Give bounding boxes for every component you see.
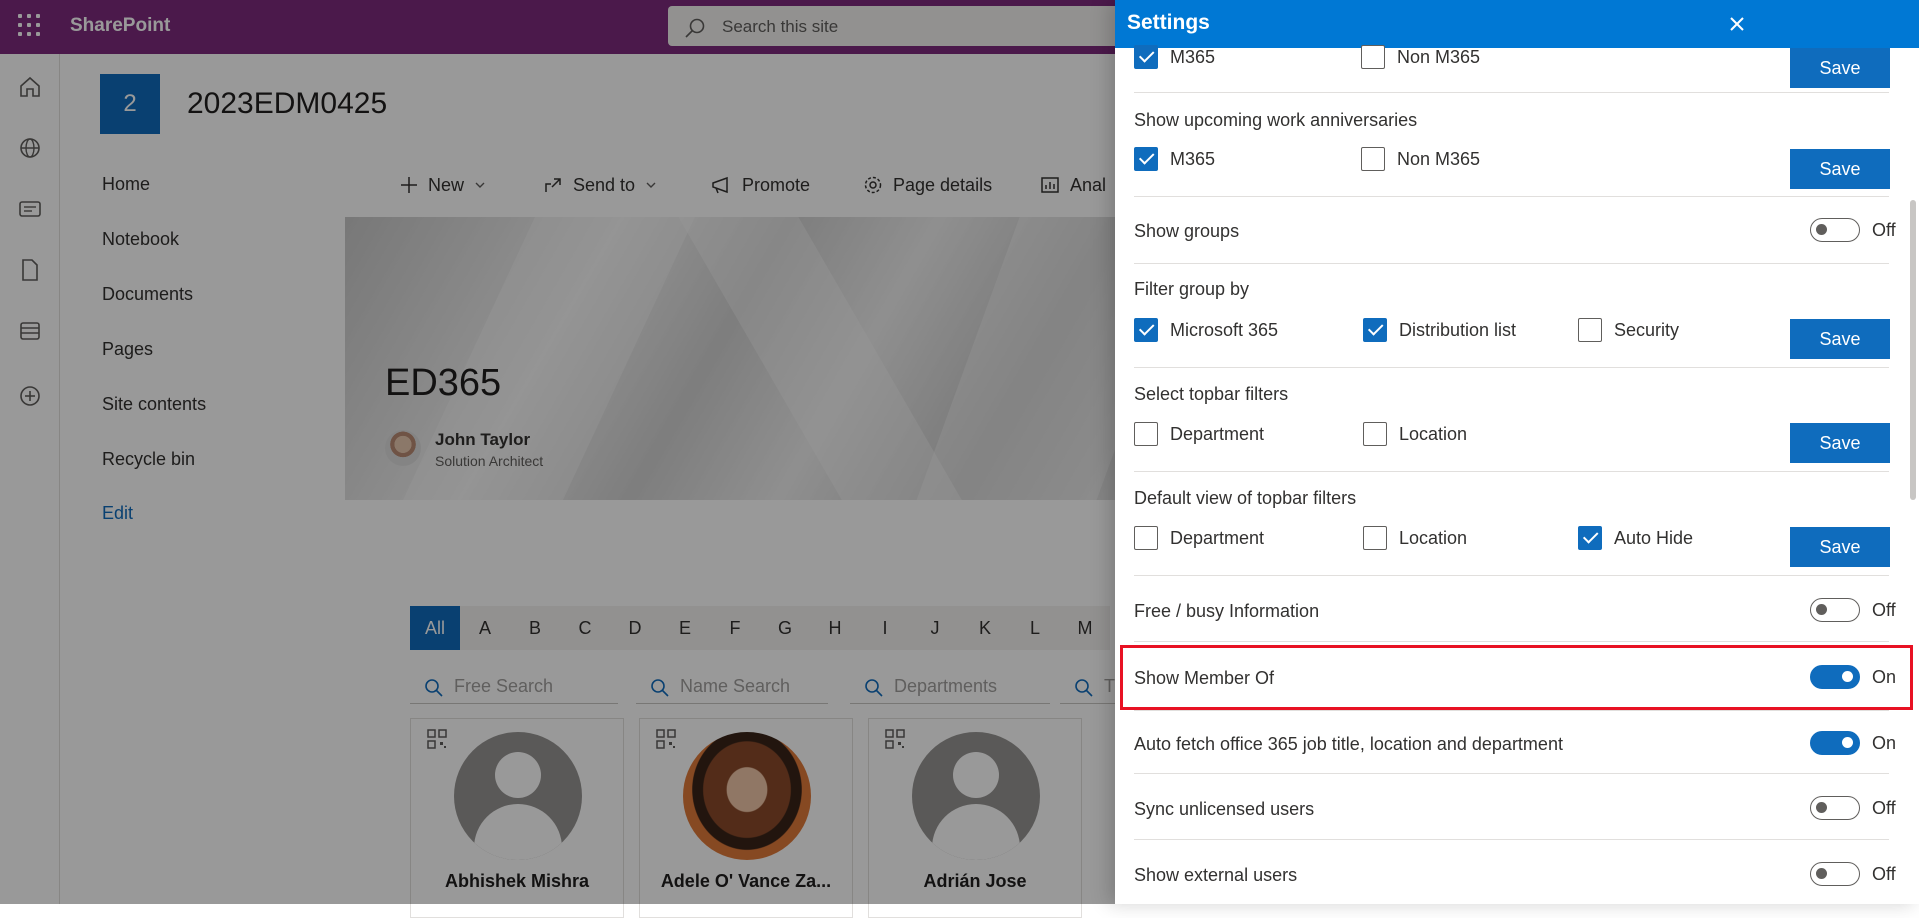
checkbox-unchecked	[1361, 45, 1385, 69]
default-location-checkbox[interactable]: Location	[1363, 526, 1467, 550]
auto-fetch-section: Auto fetch office 365 job title, locatio…	[1134, 711, 1896, 774]
checkbox-unchecked	[1134, 422, 1158, 446]
sync-unlicensed-section: Sync unlicensed users Off	[1134, 774, 1896, 840]
topbar-location-checkbox[interactable]: Location	[1363, 422, 1467, 446]
checkbox-label: Department	[1170, 423, 1265, 444]
checkbox-checked	[1134, 147, 1158, 171]
topbar-department-checkbox[interactable]: Department	[1134, 422, 1264, 446]
checkbox-checked	[1578, 526, 1602, 550]
toggle-state: Off	[1872, 863, 1896, 884]
filter-group-save-button[interactable]: Save	[1790, 319, 1890, 359]
toggle-state: On	[1872, 732, 1897, 753]
free-busy-section: Free / busy Information Off	[1134, 576, 1896, 642]
anniversaries-save-button[interactable]: Save	[1790, 149, 1890, 189]
toggle-switch	[1810, 598, 1860, 622]
settings-title: Settings	[1127, 11, 1210, 34]
toggle-state: Off	[1872, 599, 1896, 620]
filter-security-checkbox[interactable]: Security	[1578, 318, 1679, 342]
checkbox-label: Microsoft 365	[1170, 319, 1279, 340]
toggle-state: Off	[1872, 797, 1896, 818]
birthdays-non-m365-checkbox[interactable]: Non M365	[1361, 45, 1480, 69]
checkbox-label: Location	[1399, 423, 1468, 444]
checkbox-label: Location	[1399, 527, 1468, 548]
show-groups-section: Show groups Off	[1134, 197, 1896, 264]
section-title: Select topbar filters	[1134, 384, 1289, 404]
checkbox-unchecked	[1578, 318, 1602, 342]
external-users-toggle[interactable]: Off	[1810, 862, 1896, 886]
anniversaries-m365-checkbox[interactable]: M365	[1134, 147, 1215, 171]
birthdays-save-button[interactable]: Save	[1790, 48, 1890, 88]
checkbox-checked	[1134, 318, 1158, 342]
toggle-state: Off	[1872, 219, 1896, 240]
checkbox-checked	[1363, 318, 1387, 342]
filter-microsoft365-checkbox[interactable]: Microsoft 365	[1134, 318, 1278, 342]
default-view-section: Default view of topbar filters Departmen…	[1134, 472, 1890, 576]
checkbox-unchecked	[1363, 422, 1387, 446]
checkbox-label: Non M365	[1397, 148, 1481, 169]
default-department-checkbox[interactable]: Department	[1134, 526, 1264, 550]
checkbox-unchecked	[1361, 147, 1385, 171]
section-title: Sync unlicensed users	[1134, 799, 1315, 819]
checkbox-label: Distribution list	[1399, 319, 1517, 340]
toggle-switch	[1810, 731, 1860, 755]
toggle-switch	[1810, 796, 1860, 820]
checkbox-unchecked	[1363, 526, 1387, 550]
sync-unlicensed-toggle[interactable]: Off	[1810, 796, 1896, 820]
topbar-filters-save-button[interactable]: Save	[1790, 423, 1890, 463]
toggle-switch	[1810, 218, 1860, 242]
checkbox-label: Non M365	[1397, 46, 1481, 67]
topbar-filters-section: Select topbar filters Department Locatio…	[1134, 368, 1890, 472]
section-title: Auto fetch office 365 job title, locatio…	[1134, 734, 1563, 754]
birthdays-section: M365 Non M365 Save	[1134, 45, 1890, 93]
section-title: Show upcoming work anniversaries	[1134, 110, 1418, 130]
show-groups-toggle[interactable]: Off	[1810, 218, 1896, 242]
auto-fetch-toggle[interactable]: On	[1810, 731, 1896, 755]
section-title: Free / busy Information	[1134, 601, 1320, 621]
close-icon[interactable]	[1725, 12, 1749, 36]
checkbox-label: Auto Hide	[1614, 527, 1694, 548]
checkbox-checked	[1134, 45, 1158, 69]
section-title: Default view of topbar filters	[1134, 488, 1357, 508]
filter-group-section: Filter group by Microsoft 365 Distributi…	[1134, 264, 1890, 368]
checkbox-label: M365	[1170, 148, 1216, 169]
toggle-switch	[1810, 862, 1860, 886]
default-view-save-button[interactable]: Save	[1790, 527, 1890, 567]
filter-distribution-checkbox[interactable]: Distribution list	[1363, 318, 1516, 342]
settings-panel: Settings M365 Non M365 Save Show upcomin…	[1115, 0, 1919, 904]
settings-header: Settings	[1115, 0, 1919, 48]
section-title: Show external users	[1134, 865, 1298, 885]
external-users-section: Show external users Off	[1134, 840, 1896, 904]
birthdays-m365-checkbox[interactable]: M365	[1134, 45, 1215, 69]
panel-scrollbar[interactable]	[1910, 200, 1916, 500]
section-title: Filter group by	[1134, 279, 1250, 299]
modal-overlay[interactable]	[0, 0, 1115, 904]
checkbox-label: Security	[1614, 319, 1680, 340]
anniversaries-section: Show upcoming work anniversaries M365 No…	[1134, 93, 1890, 197]
default-auto-hide-checkbox[interactable]: Auto Hide	[1578, 526, 1693, 550]
checkbox-label: M365	[1170, 46, 1216, 67]
anniversaries-non-m365-checkbox[interactable]: Non M365	[1361, 147, 1480, 171]
highlight-box	[1120, 645, 1913, 710]
checkbox-unchecked	[1134, 526, 1158, 550]
section-title: Show groups	[1134, 221, 1240, 241]
checkbox-label: Department	[1170, 527, 1265, 548]
free-busy-toggle[interactable]: Off	[1810, 598, 1896, 622]
